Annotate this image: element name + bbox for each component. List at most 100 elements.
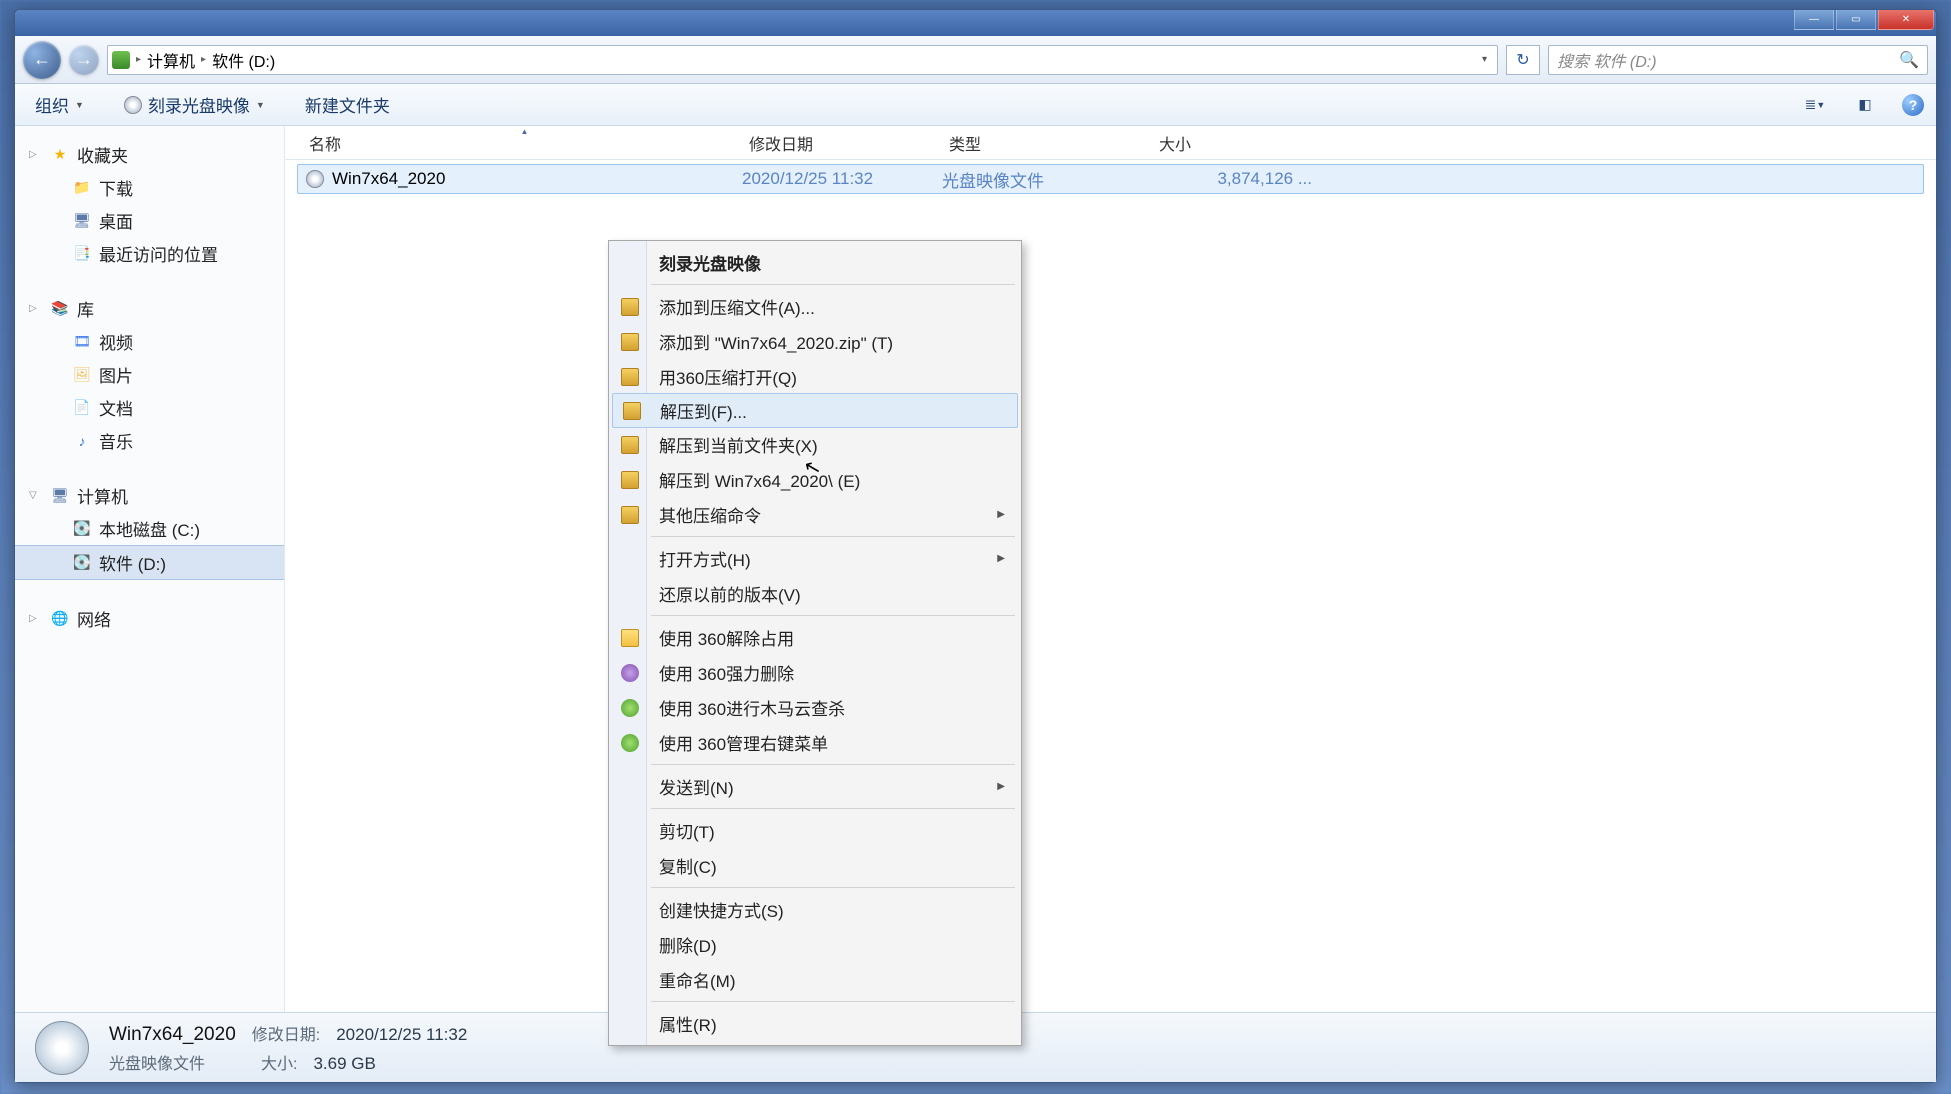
context-menu-item[interactable]: 发送到(N) ▶ xyxy=(611,769,1019,804)
arch-icon xyxy=(621,471,639,489)
context-menu-item[interactable]: 剪切(T) xyxy=(611,813,1019,848)
context-menu-item[interactable]: 用360压缩打开(Q) xyxy=(611,359,1019,394)
search-placeholder: 搜索 软件 (D:) xyxy=(1557,48,1657,72)
context-menu-item[interactable]: 使用 360进行木马云查杀 xyxy=(611,690,1019,725)
column-date[interactable]: 修改日期 xyxy=(741,131,941,155)
file-list[interactable]: Win7x64_2020 2020/12/25 11:32 光盘映像文件 3,8… xyxy=(285,160,1936,1012)
context-menu-item[interactable]: 使用 360管理右键菜单 xyxy=(611,725,1019,760)
breadcrumb[interactable]: ▸ 计算机 ▸ 软件 (D:) ▾ xyxy=(107,45,1498,75)
context-menu-item[interactable]: 创建快捷方式(S) xyxy=(611,892,1019,927)
sidebar-item-drive-d[interactable]: 💽 软件 (D:) xyxy=(15,545,284,580)
status-date-label: 修改日期: xyxy=(252,1021,320,1045)
column-size[interactable]: 大小 xyxy=(1151,131,1321,155)
new-folder-button[interactable]: 新建文件夹 xyxy=(297,88,398,121)
column-name[interactable]: 名称 xyxy=(301,131,741,155)
navigation-sidebar: ★ 收藏夹 📁 下载 🖥 桌面 📑 最近访问的位置 📚 xyxy=(15,126,285,1012)
toolbar: 组织 ▼ 刻录光盘映像 ▼ 新建文件夹 ≣ ▼ ◧ ? xyxy=(15,84,1936,126)
context-menu-item[interactable]: 解压到当前文件夹(X) xyxy=(611,427,1019,462)
star-icon: ★ xyxy=(51,146,69,164)
sidebar-item-drive-c[interactable]: 💽 本地磁盘 (C:) xyxy=(15,512,284,545)
file-date: 2020/12/25 11:32 xyxy=(742,169,942,189)
arch-icon xyxy=(623,402,641,420)
menu-item-label: 复制(C) xyxy=(659,853,717,878)
sidebar-item-pictures[interactable]: 🖼 图片 xyxy=(15,358,284,391)
context-menu-item[interactable]: 解压到 Win7x64_2020\ (E) xyxy=(611,462,1019,497)
context-menu-item[interactable]: 属性(R) xyxy=(611,1006,1019,1041)
refresh-button[interactable]: ↻ xyxy=(1506,45,1540,75)
organize-menu[interactable]: 组织 ▼ xyxy=(27,88,92,121)
breadcrumb-part[interactable]: 软件 (D:) xyxy=(212,48,275,72)
context-menu-item[interactable]: 刻录光盘映像 xyxy=(611,245,1019,280)
search-input[interactable]: 搜索 软件 (D:) 🔍 xyxy=(1548,45,1928,75)
context-menu-item[interactable]: 其他压缩命令▶ xyxy=(611,497,1019,532)
menu-item-label: 解压到 Win7x64_2020\ (E) xyxy=(659,467,860,492)
sidebar-item-desktop[interactable]: 🖥 桌面 xyxy=(15,204,284,237)
grn-icon xyxy=(621,699,639,717)
context-menu-item[interactable]: 复制(C) xyxy=(611,848,1019,883)
menu-item-label: 还原以前的版本(V) xyxy=(659,581,801,606)
sidebar-favorites-header[interactable]: ★ 收藏夹 xyxy=(15,138,284,171)
arch-icon xyxy=(621,436,639,454)
sidebar-network-header[interactable]: 🌐 网络 xyxy=(15,602,284,635)
menu-item-label: 发送到(N) xyxy=(659,774,734,799)
help-button[interactable]: ? xyxy=(1902,94,1924,116)
desktop-icon: 🖥 xyxy=(73,212,91,230)
status-size-label: 大小: xyxy=(261,1050,297,1074)
picture-icon: 🖼 xyxy=(73,366,91,384)
chevron-down-icon[interactable]: ▾ xyxy=(1482,54,1493,65)
video-icon: 🎞 xyxy=(73,333,91,351)
preview-pane-button[interactable]: ◧ xyxy=(1852,94,1878,116)
menu-item-label: 使用 360管理右键菜单 xyxy=(659,730,828,755)
minimize-button[interactable]: — xyxy=(1794,10,1834,30)
document-icon: 📄 xyxy=(73,399,91,417)
menu-item-label: 创建快捷方式(S) xyxy=(659,897,784,922)
sidebar-item-music[interactable]: ♪ 音乐 xyxy=(15,424,284,457)
back-button[interactable]: ← xyxy=(23,41,61,79)
sidebar-item-downloads[interactable]: 📁 下载 xyxy=(15,171,284,204)
forward-button[interactable]: → xyxy=(69,45,99,75)
titlebar: — ▭ ✕ xyxy=(15,10,1936,36)
sidebar-item-recent[interactable]: 📑 最近访问的位置 xyxy=(15,237,284,270)
menu-item-label: 删除(D) xyxy=(659,932,717,957)
context-menu-item[interactable]: 解压到(F)... xyxy=(612,393,1018,428)
sidebar-libraries-header[interactable]: 📚 库 xyxy=(15,292,284,325)
menu-item-label: 使用 360解除占用 xyxy=(659,625,794,650)
computer-icon: 🖥 xyxy=(51,487,69,505)
menu-item-label: 使用 360进行木马云查杀 xyxy=(659,695,845,720)
menu-item-label: 添加到压缩文件(A)... xyxy=(659,294,815,319)
recent-icon: 📑 xyxy=(73,245,91,263)
context-menu-item[interactable]: 还原以前的版本(V) xyxy=(611,576,1019,611)
menu-item-label: 其他压缩命令 xyxy=(659,502,761,527)
context-menu-item[interactable]: 使用 360强力删除 xyxy=(611,655,1019,690)
column-type[interactable]: 类型 xyxy=(941,131,1151,155)
status-size-value: 3.69 GB xyxy=(313,1054,375,1074)
purp-icon xyxy=(621,664,639,682)
chevron-right-icon: ▸ xyxy=(136,54,141,65)
context-menu-item[interactable]: 添加到 "Win7x64_2020.zip" (T) xyxy=(611,324,1019,359)
sidebar-item-documents[interactable]: 📄 文档 xyxy=(15,391,284,424)
context-menu-item[interactable]: 打开方式(H)▶ xyxy=(611,541,1019,576)
context-menu-item[interactable]: 使用 360解除占用 xyxy=(611,620,1019,655)
context-menu-item[interactable]: 删除(D) xyxy=(611,927,1019,962)
arrow-left-icon: ← xyxy=(33,49,51,70)
sidebar-computer-header[interactable]: 🖥 计算机 xyxy=(15,479,284,512)
chevron-down-icon: ▼ xyxy=(75,100,84,110)
sidebar-item-videos[interactable]: 🎞 视频 xyxy=(15,325,284,358)
file-row-selected[interactable]: Win7x64_2020 2020/12/25 11:32 光盘映像文件 3,8… xyxy=(297,164,1924,194)
breadcrumb-part[interactable]: 计算机 xyxy=(147,48,195,72)
maximize-button[interactable]: ▭ xyxy=(1836,10,1876,30)
chevron-right-icon: ▸ xyxy=(201,54,206,65)
grn-icon xyxy=(621,734,639,752)
iso-file-icon xyxy=(306,170,324,188)
close-button[interactable]: ✕ xyxy=(1878,10,1934,30)
submenu-arrow-icon: ▶ xyxy=(997,553,1005,564)
arch-icon xyxy=(621,298,639,316)
menu-item-label: 剪切(T) xyxy=(659,818,715,843)
burn-image-button[interactable]: 刻录光盘映像 ▼ xyxy=(116,88,273,121)
submenu-arrow-icon: ▶ xyxy=(997,781,1005,792)
menu-item-label: 刻录光盘映像 xyxy=(659,250,761,275)
view-menu[interactable]: ≣ ▼ xyxy=(1802,94,1828,116)
context-menu-item[interactable]: 添加到压缩文件(A)... xyxy=(611,289,1019,324)
context-menu-item[interactable]: 重命名(M) xyxy=(611,962,1019,997)
file-type: 光盘映像文件 xyxy=(942,167,1152,192)
